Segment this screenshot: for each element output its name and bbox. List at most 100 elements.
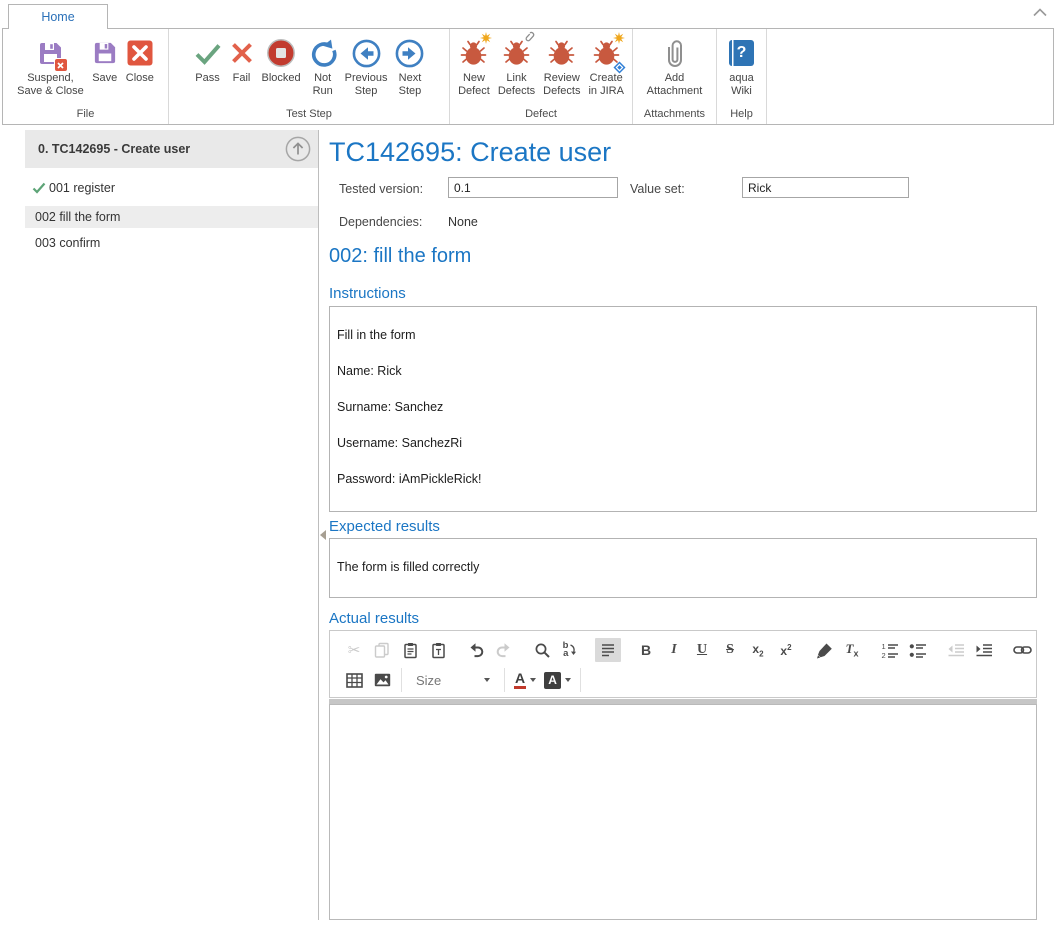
previous-step-button[interactable]: Previous Step: [342, 32, 391, 106]
next-step-button[interactable]: Next Step: [392, 32, 427, 106]
table-icon[interactable]: [341, 668, 367, 692]
ribbon-group-test-step: Pass Fail Blocked: [169, 29, 450, 124]
rich-text-toolbar: ✂ ba: [329, 630, 1037, 698]
tab-home[interactable]: Home: [8, 4, 108, 29]
close-button[interactable]: Close: [123, 32, 157, 106]
instructions-box: Fill in the form Name: Rick Surname: San…: [329, 306, 1037, 512]
increase-indent-icon[interactable]: [971, 638, 997, 662]
splitter-collapse-icon[interactable]: [320, 530, 326, 540]
paperclip-icon: [663, 34, 685, 72]
blocked-button[interactable]: Blocked: [259, 32, 304, 106]
star-badge-icon: [480, 32, 492, 44]
button-label: Not Run: [313, 72, 333, 98]
test-execution-main: TC142695: Create user Tested version: Va…: [329, 130, 1037, 920]
paste-icon[interactable]: [397, 638, 423, 662]
chevron-up-icon[interactable]: [1033, 8, 1047, 17]
numbered-list-icon[interactable]: 1 2: [877, 638, 903, 662]
close-icon: [127, 34, 153, 72]
undo-icon[interactable]: [463, 638, 489, 662]
cross-icon: [230, 34, 254, 72]
floppy-suspend-icon: [37, 34, 64, 72]
review-defects-button[interactable]: Review Defects: [540, 32, 583, 106]
reset-arrow-icon: [309, 34, 337, 72]
text-color-icon[interactable]: A: [511, 668, 539, 692]
group-label-file: File: [3, 106, 168, 124]
aqua-wiki-button[interactable]: ? aqua Wiki: [726, 32, 757, 106]
button-label: Save: [92, 72, 117, 85]
remove-format-icon[interactable]: Tx: [839, 638, 865, 662]
button-label: Pass: [195, 72, 219, 85]
sidebar-item-003-confirm[interactable]: 003 confirm: [25, 232, 318, 254]
button-label: New Defect: [458, 72, 490, 98]
add-attachment-button[interactable]: Add Attachment: [644, 32, 706, 106]
bug-link-icon: [503, 34, 530, 72]
chevron-down-icon: [565, 678, 571, 682]
link-defects-button[interactable]: Link Defects: [495, 32, 538, 106]
bulleted-list-icon[interactable]: [905, 638, 931, 662]
italic-icon[interactable]: I: [661, 638, 687, 662]
floppy-icon: [92, 34, 118, 72]
scroll-to-top-icon[interactable]: [285, 136, 311, 162]
fail-button[interactable]: Fail: [227, 32, 257, 106]
replace-icon[interactable]: ba: [557, 638, 583, 662]
redo-icon[interactable]: [491, 638, 517, 662]
new-defect-button[interactable]: New Defect: [455, 32, 493, 106]
button-label: Create in JIRA: [588, 72, 623, 98]
sidebar-header-label: 0. TC142695 - Create user: [38, 142, 190, 156]
copy-formatting-icon[interactable]: [811, 638, 837, 662]
bug-icon: [548, 34, 575, 72]
ribbon-group-defect: New Defect Link Defects: [450, 29, 633, 124]
dependencies-value: None: [448, 215, 478, 229]
group-label-help: Help: [717, 106, 766, 124]
tested-version-input[interactable]: [448, 177, 618, 198]
arrow-left-circle-icon: [352, 34, 381, 72]
copy-icon[interactable]: [369, 638, 395, 662]
ribbon: Suspend, Save & Close Save: [2, 28, 1054, 125]
subscript-icon[interactable]: x2: [745, 638, 771, 662]
sidebar-item-label: 003 confirm: [35, 236, 100, 250]
tab-home-label: Home: [41, 10, 74, 24]
group-label-defect: Defect: [450, 106, 632, 124]
expected-results-box: The form is filled correctly: [329, 538, 1037, 598]
chevron-down-icon: [484, 678, 490, 682]
suspend-save-close-button[interactable]: Suspend, Save & Close: [14, 32, 87, 106]
button-label: Previous Step: [345, 72, 388, 98]
instructions-heading: Instructions: [329, 285, 406, 302]
sidebar-item-001-register[interactable]: 001 register: [25, 176, 318, 200]
not-run-button[interactable]: Not Run: [306, 32, 340, 106]
decrease-indent-icon[interactable]: [943, 638, 969, 662]
strikethrough-icon[interactable]: S: [717, 638, 743, 662]
instruction-line: Surname: Sanchez: [337, 401, 1029, 414]
bug-new-icon: [460, 34, 487, 72]
pass-button[interactable]: Pass: [191, 32, 225, 106]
ribbon-group-attachments: Add Attachment Attachments: [633, 29, 717, 124]
value-set-input[interactable]: [742, 177, 909, 198]
image-icon[interactable]: [369, 668, 395, 692]
button-label: Fail: [233, 72, 251, 85]
sidebar-header[interactable]: 0. TC142695 - Create user: [25, 130, 318, 168]
paste-text-icon[interactable]: [425, 638, 451, 662]
background-color-icon[interactable]: A: [541, 668, 574, 692]
link-icon[interactable]: [1009, 638, 1035, 662]
superscript-icon[interactable]: x2: [773, 638, 799, 662]
underline-icon[interactable]: U: [689, 638, 715, 662]
button-label: Blocked: [262, 72, 301, 85]
value-set-label: Value set:: [630, 182, 685, 196]
instruction-line: Name: Rick: [337, 365, 1029, 378]
bug-jira-icon: [593, 34, 620, 72]
sidebar-item-002-fill-the-form[interactable]: 002 fill the form: [25, 206, 318, 228]
bold-icon[interactable]: B: [633, 638, 659, 662]
instruction-line: Username: SanchezRi: [337, 437, 1029, 450]
select-all-icon[interactable]: [595, 638, 621, 662]
create-in-jira-button[interactable]: Create in JIRA: [585, 32, 626, 106]
find-icon[interactable]: [529, 638, 555, 662]
font-size-select[interactable]: Size: [409, 668, 497, 692]
cut-icon[interactable]: ✂: [341, 638, 367, 662]
actual-results-editor-content[interactable]: [329, 704, 1037, 920]
save-button[interactable]: Save: [89, 32, 121, 106]
check-icon: [32, 182, 46, 194]
font-size-label: Size: [416, 673, 441, 688]
button-label: Next Step: [399, 72, 422, 98]
ribbon-empty-area: [767, 29, 1053, 124]
arrow-right-circle-icon: [395, 34, 424, 72]
